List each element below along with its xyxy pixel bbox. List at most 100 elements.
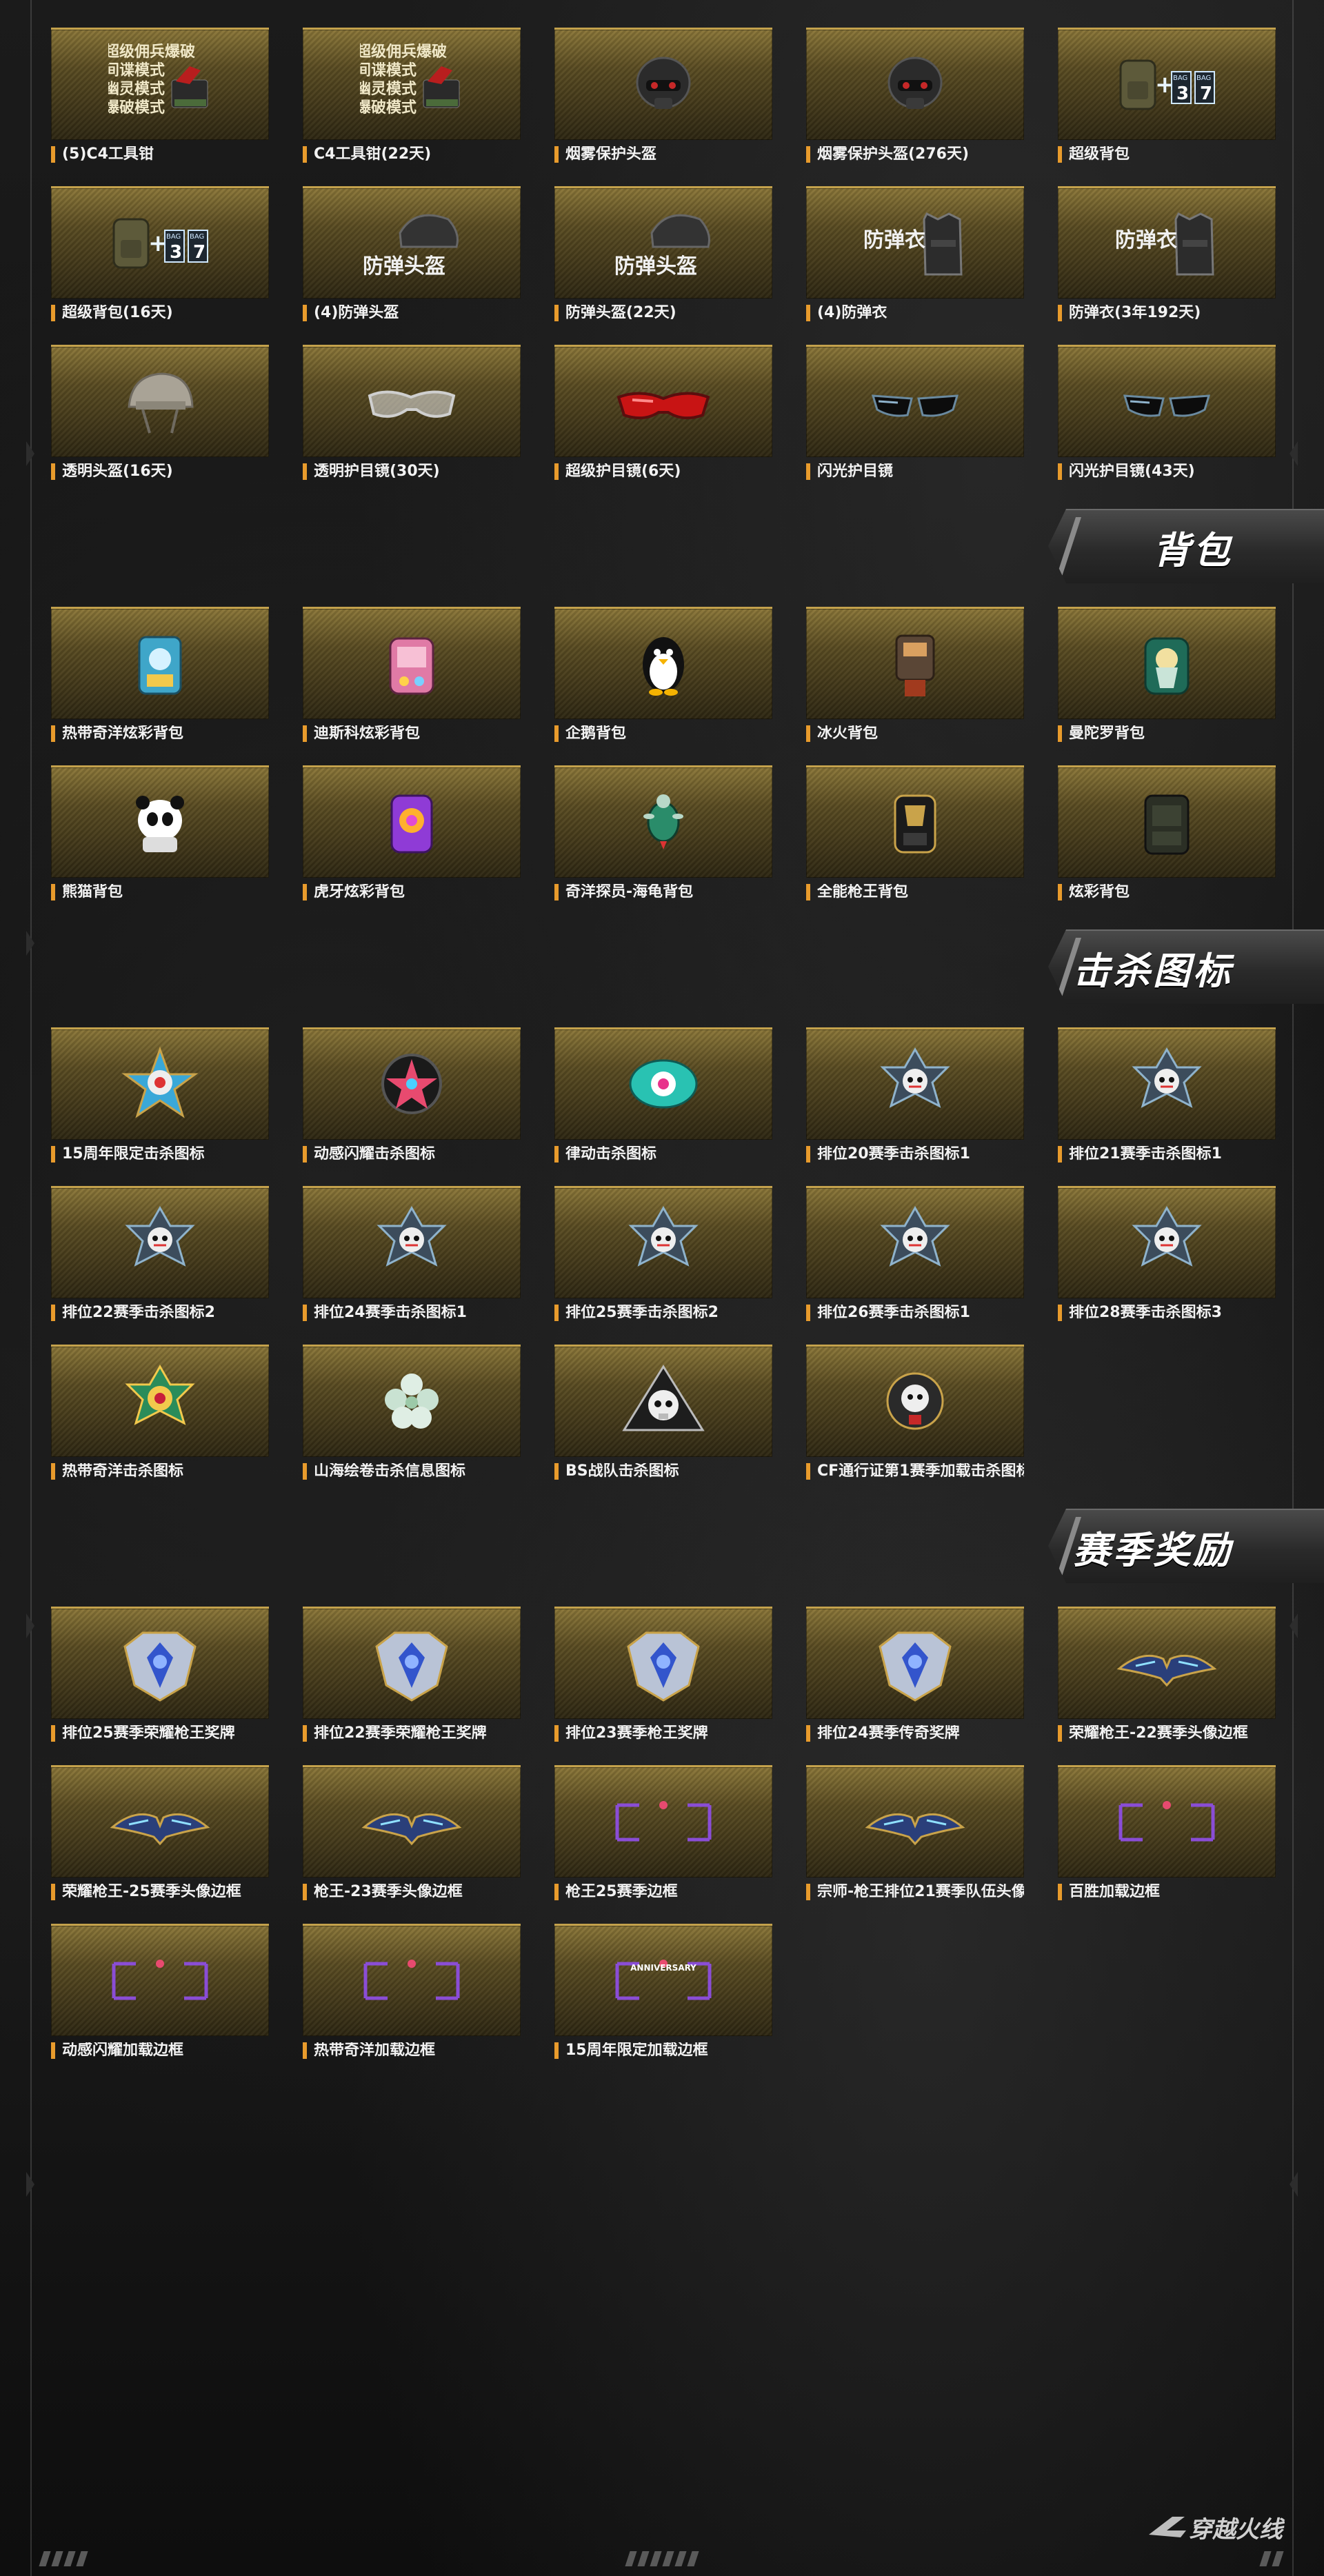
item-card[interactable]: 排位28赛季击杀图标3 [1058, 1186, 1276, 1324]
svg-text:7: 7 [1200, 83, 1212, 104]
wing-frame-icon [1116, 1654, 1217, 1687]
item-card[interactable]: 奇洋探员-海龟背包 [554, 765, 772, 903]
cf-logo-icon: 穿越火线 [1149, 2516, 1285, 2544]
item-card[interactable]: 闪光护目镜 [806, 345, 1024, 483]
item-card[interactable]: 排位20赛季击杀图标1 [806, 1027, 1024, 1165]
item-label: 防弹衣(3年192天) [1058, 305, 1276, 321]
item-card[interactable]: 宗师-枪王排位21赛季队伍头像边框 [806, 1765, 1024, 1903]
svg-text:防弹头盔: 防弹头盔 [363, 254, 445, 279]
item-label: 防弹头盔(22天) [554, 305, 772, 321]
item-card[interactable]: 枪王25赛季边框 [554, 1765, 772, 1903]
item-card[interactable]: BS战队击杀图标 [554, 1345, 772, 1482]
item-label: 超级背包(16天) [51, 305, 269, 321]
item-card[interactable]: 排位24赛季击杀图标1 [303, 1186, 521, 1324]
rhythm-kill-icon [629, 1059, 698, 1109]
item-image: 防弹头盔 [303, 186, 521, 299]
item-image: ANNIVERSARY [554, 1924, 772, 2036]
item-card[interactable]: 律动击杀图标 [554, 1027, 772, 1165]
item-card[interactable]: 防弹衣 防弹衣(3年192天) [1058, 186, 1276, 324]
medal-icon [627, 1631, 700, 1702]
item-label: 排位28赛季击杀图标3 [1058, 1305, 1276, 1321]
ranked-kill-icon [125, 1205, 195, 1267]
item-card[interactable]: 排位22赛季荣耀枪王奖牌 [303, 1607, 521, 1744]
item-card[interactable]: 防弹头盔 (4)防弹头盔 [303, 186, 521, 324]
item-label: 冰火背包 [806, 725, 1024, 742]
item-image: + BAG 3 BAG 7 [1058, 28, 1276, 140]
frame-notch [26, 931, 34, 956]
medal-icon [123, 1631, 197, 1702]
item-card[interactable]: 排位25赛季荣耀枪王奖牌 [51, 1607, 269, 1744]
item-card[interactable]: 冰火背包 [806, 607, 1024, 745]
item-card[interactable]: 排位25赛季击杀图标2 [554, 1186, 772, 1324]
item-card[interactable]: ANNIVERSARY 15周年限定加载边框 [554, 1924, 772, 2062]
item-card[interactable]: 防弹头盔 防弹头盔(22天) [554, 186, 772, 324]
item-card[interactable]: 防弹衣 (4)防弹衣 [806, 186, 1024, 324]
item-label: 15周年限定击杀图标 [51, 1146, 269, 1163]
frame-notch [26, 1613, 34, 1638]
item-image [51, 1607, 269, 1719]
item-card[interactable]: 枪王-23赛季头像边框 [303, 1765, 521, 1903]
item-card[interactable]: 热带奇洋加载边框 [303, 1924, 521, 2062]
item-label: 迪斯科炫彩背包 [303, 725, 521, 742]
item-card[interactable]: 迪斯科炫彩背包 [303, 607, 521, 745]
frame-notch [26, 2172, 34, 2197]
item-card[interactable]: 百胜加载边框 [1058, 1765, 1276, 1903]
item-card[interactable]: 排位22赛季击杀图标2 [51, 1186, 269, 1324]
svg-text:BAG: BAG [190, 233, 204, 241]
item-card[interactable]: 热带奇洋炫彩背包 [51, 607, 269, 745]
svg-text:BAG: BAG [166, 233, 181, 241]
item-card[interactable]: 全能枪王背包 [806, 765, 1024, 903]
item-card[interactable]: 热带奇洋击杀图标 [51, 1345, 269, 1482]
item-card[interactable]: 排位21赛季击杀图标1 [1058, 1027, 1276, 1165]
item-image [51, 345, 269, 457]
section-header: 赛季奖励 [1048, 1509, 1324, 1583]
item-card[interactable]: 荣耀枪王-22赛季头像边框 [1058, 1607, 1276, 1744]
svg-text:幽灵模式: 幽灵模式 [108, 81, 165, 98]
frame-notch [1290, 1613, 1298, 1638]
item-card[interactable]: 烟雾保护头盔 [554, 28, 772, 165]
item-card[interactable]: 企鹅背包 [554, 607, 772, 745]
item-image [554, 28, 772, 140]
item-label: 企鹅背包 [554, 725, 772, 742]
item-image [1058, 765, 1276, 878]
mandala-backpack-icon [1144, 637, 1190, 695]
item-card[interactable]: 排位23赛季枪王奖牌 [554, 1607, 772, 1744]
item-card[interactable]: 烟雾保护头盔(276天) [806, 28, 1024, 165]
item-card[interactable]: 闪光护目镜(43天) [1058, 345, 1276, 483]
item-image [806, 1027, 1024, 1140]
svg-text:防弹衣: 防弹衣 [863, 228, 925, 252]
item-card[interactable]: + BAG 3 BAG 7 超级背包(16天) [51, 186, 269, 324]
item-card[interactable]: 炫彩背包 [1058, 765, 1276, 903]
item-card[interactable]: 超级佣兵爆破 间谍模式 幽灵模式 爆破模式 C4工具钳(22天) [303, 28, 521, 165]
item-card[interactable]: 排位24赛季传奇奖牌 [806, 1607, 1024, 1744]
item-card[interactable]: 超级护目镜(6天) [554, 345, 772, 483]
item-image [303, 1345, 521, 1457]
item-card[interactable]: 排位26赛季击杀图标1 [806, 1186, 1024, 1324]
item-card[interactable]: 超级佣兵爆破 间谍模式 幽灵模式 爆破模式 (5)C4工具钳 [51, 28, 269, 165]
smoke-helmet-icon [887, 57, 943, 109]
item-card[interactable]: 熊猫背包 [51, 765, 269, 903]
section-title: 击杀图标 [1073, 949, 1233, 993]
item-label: 排位24赛季击杀图标1 [303, 1305, 521, 1321]
ranked-kill-icon [1132, 1205, 1202, 1267]
item-image [1058, 1186, 1276, 1298]
item-image [806, 765, 1024, 878]
item-card[interactable]: 虎牙炫彩背包 [303, 765, 521, 903]
loading-frame-icon [1119, 1801, 1215, 1842]
frame-notch [26, 441, 34, 466]
item-card[interactable]: 15周年限定击杀图标 [51, 1027, 269, 1165]
item-card[interactable]: + BAG 3 BAG 7 超级背包 [1058, 28, 1276, 165]
smoke-helmet-icon [636, 57, 691, 109]
item-label: C4工具钳(22天) [303, 146, 521, 163]
item-label: (5)C4工具钳 [51, 146, 269, 163]
item-card[interactable]: CF通行证第1赛季加载击杀图标 [806, 1345, 1024, 1482]
item-card[interactable]: 动感闪耀加载边框 [51, 1924, 269, 2062]
item-label: CF通行证第1赛季加载击杀图标 [806, 1463, 1024, 1480]
item-label: 荣耀枪王-22赛季头像边框 [1058, 1725, 1276, 1742]
item-card[interactable]: 动感闪耀击杀图标 [303, 1027, 521, 1165]
item-card[interactable]: 透明护目镜(30天) [303, 345, 521, 483]
item-card[interactable]: 山海绘卷击杀信息图标 [303, 1345, 521, 1482]
item-card[interactable]: 曼陀罗背包 [1058, 607, 1276, 745]
item-card[interactable]: 荣耀枪王-25赛季头像边框 [51, 1765, 269, 1903]
item-card[interactable]: 透明头盔(16天) [51, 345, 269, 483]
